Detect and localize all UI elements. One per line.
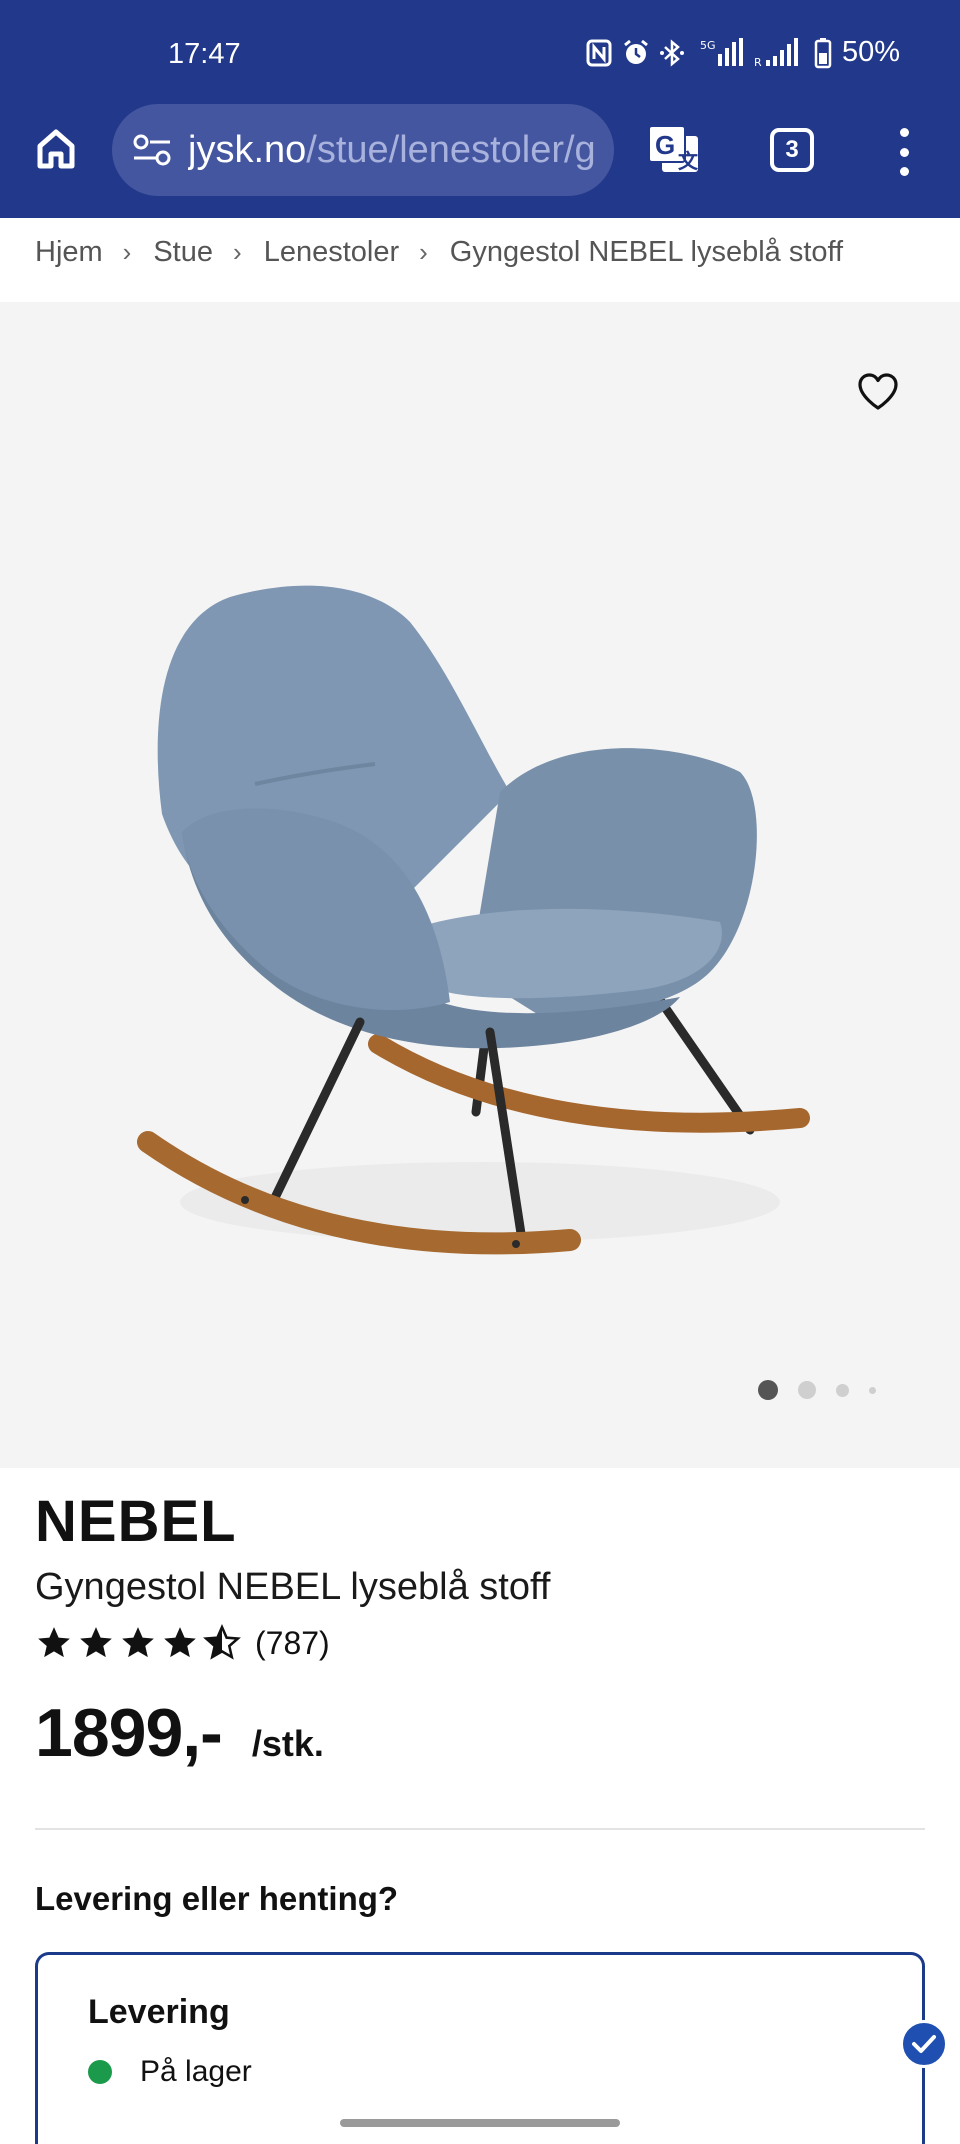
star-full-icon bbox=[164, 1627, 196, 1658]
product-image-chair bbox=[137, 585, 810, 1255]
translate-button[interactable]: G文 bbox=[646, 122, 702, 178]
tune-icon[interactable] bbox=[132, 133, 172, 167]
bluetooth-icon bbox=[659, 38, 684, 67]
alarm-icon bbox=[624, 39, 648, 64]
star-half-icon bbox=[203, 1624, 241, 1660]
gallery-dot[interactable] bbox=[836, 1383, 849, 1397]
breadcrumb-separator: › bbox=[233, 236, 242, 267]
breadcrumb-separator: › bbox=[122, 236, 132, 267]
url-text[interactable]: jysk.no/stue/lenestoler/g bbox=[188, 129, 596, 172]
translate-icon: G文 bbox=[648, 125, 699, 173]
price-row: 1899,- /stk. bbox=[35, 1694, 324, 1772]
breadcrumb-stue[interactable]: Stue bbox=[153, 236, 213, 269]
home-icon bbox=[37, 129, 75, 169]
nfc-icon bbox=[586, 39, 612, 66]
product-rating[interactable]: (787) bbox=[35, 1624, 330, 1662]
more-vert-icon bbox=[899, 128, 909, 137]
status-icons: 5G R 50% bbox=[586, 36, 900, 69]
gallery-dot[interactable] bbox=[798, 1381, 816, 1399]
svg-text:5G: 5G bbox=[700, 39, 716, 52]
status-time: 17:47 bbox=[168, 38, 241, 70]
stock-status: På lager bbox=[88, 2055, 252, 2089]
check-icon bbox=[912, 2035, 936, 2053]
more-menu-button[interactable] bbox=[892, 128, 916, 176]
stock-status-label: På lager bbox=[140, 2055, 252, 2088]
product-title: Gyngestol NEBEL lyseblå stoff bbox=[35, 1566, 551, 1608]
gesture-navigation-bar[interactable] bbox=[340, 2119, 620, 2127]
gallery-pagination bbox=[758, 1380, 876, 1400]
product-price: 1899,- bbox=[35, 1695, 223, 1771]
delivery-heading: Levering eller henting? bbox=[35, 1880, 399, 1917]
star-full-icon bbox=[80, 1627, 112, 1658]
breadcrumb: Hjem › Stue › Lenestoler › Gyngestol NEB… bbox=[35, 232, 843, 272]
selected-check-badge bbox=[900, 2020, 948, 2068]
gallery-dot-active[interactable] bbox=[758, 1380, 778, 1400]
tab-switcher-button[interactable]: 3 bbox=[770, 128, 814, 172]
rating-stars bbox=[35, 1624, 241, 1662]
product-brand: NEBEL bbox=[35, 1489, 237, 1554]
breadcrumb-current: Gyngestol NEBEL lyseblå stoff bbox=[449, 235, 844, 268]
price-unit: /stk. bbox=[251, 1723, 324, 1764]
battery-icon bbox=[814, 37, 832, 68]
signal-roaming-icon: R bbox=[754, 37, 798, 68]
delivery-option-title: Levering bbox=[88, 1993, 230, 2031]
home-button[interactable] bbox=[30, 122, 82, 174]
breadcrumb-home[interactable]: Hjem bbox=[35, 236, 103, 269]
battery-level: 50% bbox=[841, 36, 900, 68]
star-full-icon bbox=[38, 1627, 70, 1658]
url-path: /stue/lenestoler/g bbox=[306, 128, 596, 171]
svg-text:R: R bbox=[754, 56, 762, 68]
svg-text:文: 文 bbox=[678, 149, 699, 173]
divider bbox=[35, 1828, 925, 1830]
review-count[interactable]: (787) bbox=[255, 1625, 330, 1662]
delivery-option-card[interactable]: Levering På lager bbox=[35, 1952, 925, 2144]
favorite-button[interactable] bbox=[854, 368, 902, 416]
breadcrumb-lenestoler[interactable]: Lenestoler bbox=[264, 236, 399, 269]
star-full-icon bbox=[122, 1627, 154, 1658]
url-host: jysk.no bbox=[188, 128, 307, 171]
breadcrumb-separator: › bbox=[419, 236, 428, 267]
in-stock-indicator bbox=[88, 2060, 112, 2084]
svg-text:G: G bbox=[655, 130, 675, 160]
signal-5g-icon: 5G bbox=[700, 37, 743, 66]
gallery-dot[interactable] bbox=[869, 1386, 876, 1394]
heart-outline-icon bbox=[858, 373, 898, 410]
browser-chrome: 17:47 5G R 50% jysk.no/stue/lenestoler/g… bbox=[0, 0, 960, 218]
product-image-gallery[interactable] bbox=[0, 302, 960, 1468]
address-bar[interactable]: jysk.no/stue/lenestoler/g bbox=[112, 104, 614, 196]
